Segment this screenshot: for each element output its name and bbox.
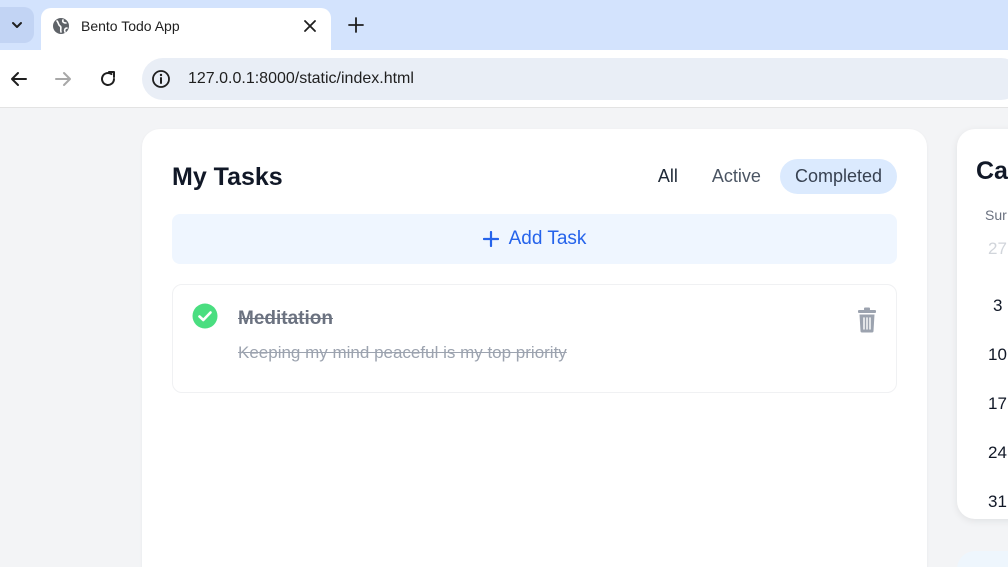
page-title: My Tasks <box>172 163 283 191</box>
next-card <box>957 551 1008 567</box>
task-filters: All Active Completed <box>643 159 897 194</box>
calendar-day[interactable]: 31 <box>988 492 1007 512</box>
add-task-label: Add Task <box>508 228 587 249</box>
calendar-title: Cal <box>976 157 1008 185</box>
forward-arrow-icon <box>55 72 71 86</box>
tab-title: Bento Todo App <box>81 18 180 34</box>
tasks-card: My Tasks All Active Completed Add Task M… <box>142 129 927 567</box>
trash-icon[interactable] <box>856 307 878 333</box>
task-item[interactable]: Meditation Keeping my mind peaceful is m… <box>172 284 897 393</box>
url-text[interactable]: 127.0.0.1:8000/static/index.html <box>188 70 414 88</box>
filter-active[interactable]: Active <box>697 159 776 194</box>
forward-button[interactable] <box>51 67 75 91</box>
address-bar[interactable]: 127.0.0.1:8000/static/index.html <box>142 58 1008 100</box>
calendar-day[interactable]: 17 <box>988 394 1007 414</box>
plus-icon <box>482 231 499 247</box>
calendar-day[interactable]: 3 <box>993 296 1002 316</box>
calendar-day[interactable]: 24 <box>988 443 1007 463</box>
browser-tab[interactable]: Bento Todo App <box>41 8 331 50</box>
browser-tabstrip: Bento Todo App <box>0 0 1008 50</box>
app-root: My Tasks All Active Completed Add Task M… <box>0 108 1008 567</box>
reload-icon <box>101 71 115 86</box>
back-arrow-icon <box>11 72 27 86</box>
tab-close-button[interactable] <box>299 15 321 37</box>
back-button[interactable] <box>7 67 31 91</box>
browser-toolbar: 127.0.0.1:8000/static/index.html <box>0 50 1008 108</box>
calendar-card: Cal Sur 27 3 10 17 24 31 <box>957 129 1008 519</box>
new-tab-button[interactable] <box>345 14 367 36</box>
filter-completed[interactable]: Completed <box>779 159 897 194</box>
chevron-down-icon <box>12 22 22 28</box>
close-icon <box>304 20 316 32</box>
filter-all[interactable]: All <box>643 159 693 194</box>
add-task-button[interactable]: Add Task <box>172 214 897 264</box>
plus-icon <box>348 17 364 33</box>
task-title: Meditation <box>238 308 333 329</box>
info-icon[interactable] <box>151 69 171 89</box>
calendar-day[interactable]: 10 <box>988 345 1007 365</box>
calendar-day[interactable]: 27 <box>988 239 1007 259</box>
task-description: Keeping my mind peaceful is my top prior… <box>238 343 567 362</box>
calendar-day-of-week: Sur <box>985 207 1007 223</box>
tab-search-button[interactable] <box>0 7 34 43</box>
reload-button[interactable] <box>96 67 120 91</box>
globe-icon <box>53 18 69 34</box>
check-circle-icon[interactable] <box>192 303 218 329</box>
